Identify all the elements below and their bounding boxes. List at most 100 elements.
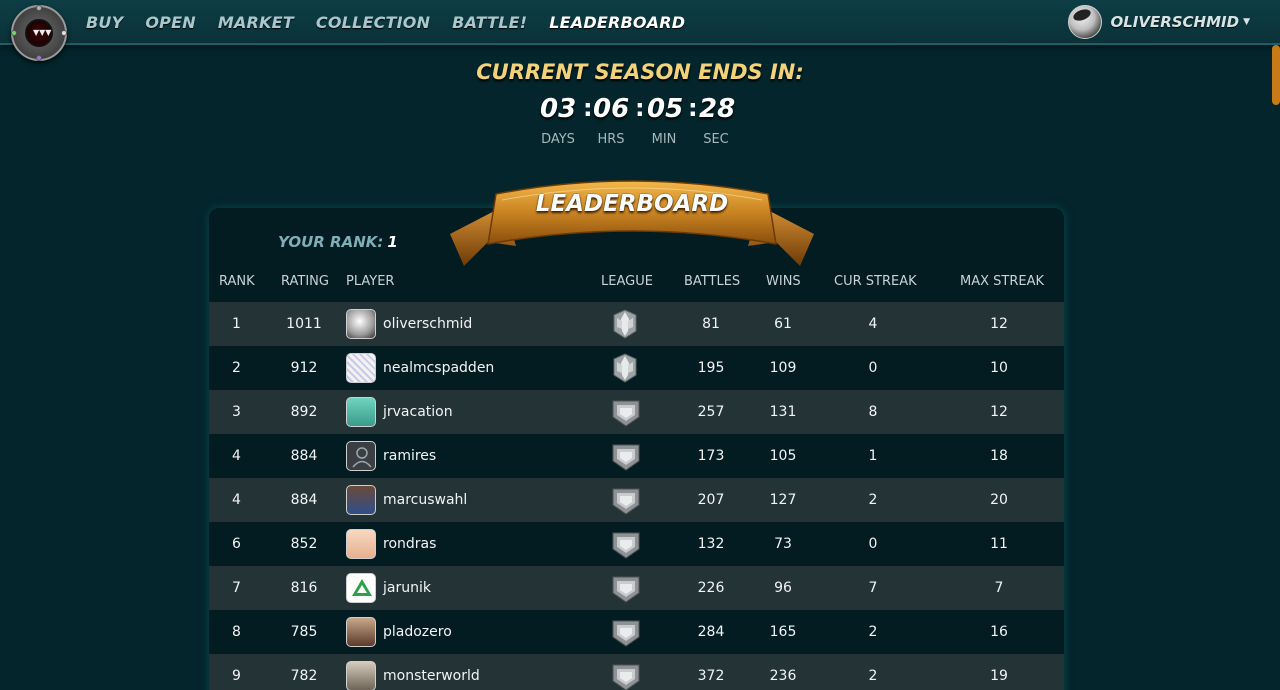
bronze-league-icon	[611, 529, 640, 559]
silver-league-icon	[611, 353, 639, 383]
player-name-link[interactable]: monsterworld	[383, 654, 583, 690]
header-wins[interactable]: WINS	[766, 274, 801, 289]
table-row[interactable]: 8 785 pladozero 284 165 2 16	[209, 610, 1064, 654]
table-row[interactable]: 4 884 ramires 173 105 1 18	[209, 434, 1064, 478]
wins-cell: 96	[774, 580, 792, 596]
player-avatar[interactable]	[346, 397, 376, 427]
rank-cell: 3	[232, 404, 241, 420]
bronze-league-icon	[611, 617, 640, 647]
player-name-link[interactable]: ramires	[383, 434, 583, 478]
player-avatar[interactable]	[346, 353, 376, 383]
bronze-league-icon	[611, 485, 640, 515]
cur-streak-cell: 1	[868, 448, 878, 464]
max-streak-cell: 10	[990, 360, 1008, 376]
table-row[interactable]: 3 892 jrvacation 257 131 8 12	[209, 390, 1064, 434]
main-nav: BUY OPEN MARKET COLLECTION BATTLE! LEADE…	[86, 0, 707, 45]
player-name-link[interactable]: nealmcspadden	[383, 346, 583, 390]
nav-battle[interactable]: BATTLE!	[452, 13, 527, 32]
cur-streak-cell: 2	[868, 668, 878, 684]
player-avatar[interactable]	[346, 529, 376, 559]
bronze-league-icon	[611, 573, 640, 603]
countdown-min: 05	[647, 94, 684, 124]
nav-buy[interactable]: BUY	[86, 13, 123, 32]
header-battles[interactable]: BATTLES	[684, 274, 740, 289]
wins-cell: 165	[769, 624, 797, 640]
table-row[interactable]: 9 782 monsterworld 372 236 2 19	[209, 654, 1064, 690]
battles-cell: 372	[697, 668, 725, 684]
rating-cell: 785	[290, 624, 318, 640]
battles-cell: 195	[697, 360, 725, 376]
header-cur-streak[interactable]: CUR STREAK	[834, 274, 917, 289]
your-rank-label: YOUR RANK:	[278, 233, 384, 251]
player-avatar[interactable]	[346, 485, 376, 515]
cur-streak-cell: 7	[868, 580, 878, 596]
rating-cell: 816	[290, 580, 318, 596]
rating-cell: 884	[290, 448, 318, 464]
wins-cell: 127	[769, 492, 797, 508]
wins-cell: 73	[774, 536, 792, 552]
table-row[interactable]: 1 1011 oliverschmid 81 61 4 12	[209, 302, 1064, 346]
table-row[interactable]: 2 912 nealmcspadden 195 109 0 10	[209, 346, 1064, 390]
rank-cell: 4	[232, 448, 241, 464]
cur-streak-cell: 0	[868, 536, 878, 552]
rating-cell: 892	[290, 404, 318, 420]
player-name-link[interactable]: rondras	[383, 522, 583, 566]
rank-cell: 9	[232, 668, 241, 684]
player-avatar[interactable]	[346, 573, 376, 603]
chevron-down-icon[interactable]: ▼	[1243, 17, 1250, 27]
rating-cell: 852	[290, 536, 318, 552]
ribbon-icon	[450, 180, 814, 266]
battles-cell: 284	[697, 624, 725, 640]
rating-cell: 782	[290, 668, 318, 684]
header-rank[interactable]: RANK	[219, 274, 255, 289]
season-countdown: 03 : 06 : 05 : 28 DAYS HRS MIN SEC	[540, 94, 736, 150]
header-max-streak[interactable]: MAX STREAK	[960, 274, 1044, 289]
player-name-link[interactable]: jarunik	[383, 566, 583, 610]
wins-cell: 131	[769, 404, 797, 420]
wins-cell: 236	[769, 668, 797, 684]
table-row[interactable]: 4 884 marcuswahl 207 127 2 20	[209, 478, 1064, 522]
battles-cell: 81	[702, 316, 720, 332]
game-logo-icon[interactable]: ▼▼▼	[11, 5, 67, 61]
header-league[interactable]: LEAGUE	[601, 274, 653, 289]
table-row[interactable]: 7 816 jarunik 226 96 7 7	[209, 566, 1064, 610]
cur-streak-cell: 4	[868, 316, 878, 332]
player-name-link[interactable]: jrvacation	[383, 390, 583, 434]
max-streak-cell: 12	[990, 316, 1008, 332]
wins-cell: 61	[774, 316, 792, 332]
player-avatar[interactable]	[346, 309, 376, 339]
player-name-link[interactable]: marcuswahl	[383, 478, 583, 522]
header-rating[interactable]: RATING	[281, 274, 329, 289]
nav-open[interactable]: OPEN	[145, 13, 195, 32]
player-name-link[interactable]: pladozero	[383, 610, 583, 654]
wins-cell: 109	[769, 360, 797, 376]
nav-leaderboard[interactable]: LEADERBOARD	[549, 13, 685, 32]
username-label[interactable]: OLIVERSCHMID	[1110, 13, 1239, 31]
player-avatar[interactable]	[346, 617, 376, 647]
nav-market[interactable]: MARKET	[218, 13, 294, 32]
table-row[interactable]: 6 852 rondras 132 73 0 11	[209, 522, 1064, 566]
player-name-link[interactable]: oliverschmid	[383, 302, 583, 346]
user-avatar[interactable]	[1068, 5, 1103, 39]
cur-streak-cell: 0	[868, 360, 878, 376]
max-streak-cell: 18	[990, 448, 1008, 464]
bronze-league-icon	[611, 397, 640, 427]
rank-cell: 4	[232, 492, 241, 508]
bronze-league-icon	[611, 661, 640, 690]
rating-cell: 912	[290, 360, 318, 376]
countdown-separator: :	[688, 94, 698, 122]
countdown-separator: :	[583, 94, 593, 122]
header-player[interactable]: PLAYER	[346, 274, 394, 289]
player-avatar[interactable]	[346, 441, 376, 471]
battles-cell: 207	[697, 492, 725, 508]
countdown-days: 03	[540, 94, 577, 124]
player-avatar[interactable]	[346, 661, 376, 690]
top-navbar: BUY OPEN MARKET COLLECTION BATTLE! LEADE…	[0, 0, 1280, 45]
battles-cell: 173	[697, 448, 725, 464]
rating-cell: 1011	[286, 316, 322, 332]
nav-collection[interactable]: COLLECTION	[316, 13, 430, 32]
battles-cell: 132	[697, 536, 725, 552]
user-menu[interactable]: OLIVERSCHMID ▼	[1068, 5, 1250, 39]
max-streak-cell: 16	[990, 624, 1008, 640]
max-streak-cell: 7	[994, 580, 1004, 596]
